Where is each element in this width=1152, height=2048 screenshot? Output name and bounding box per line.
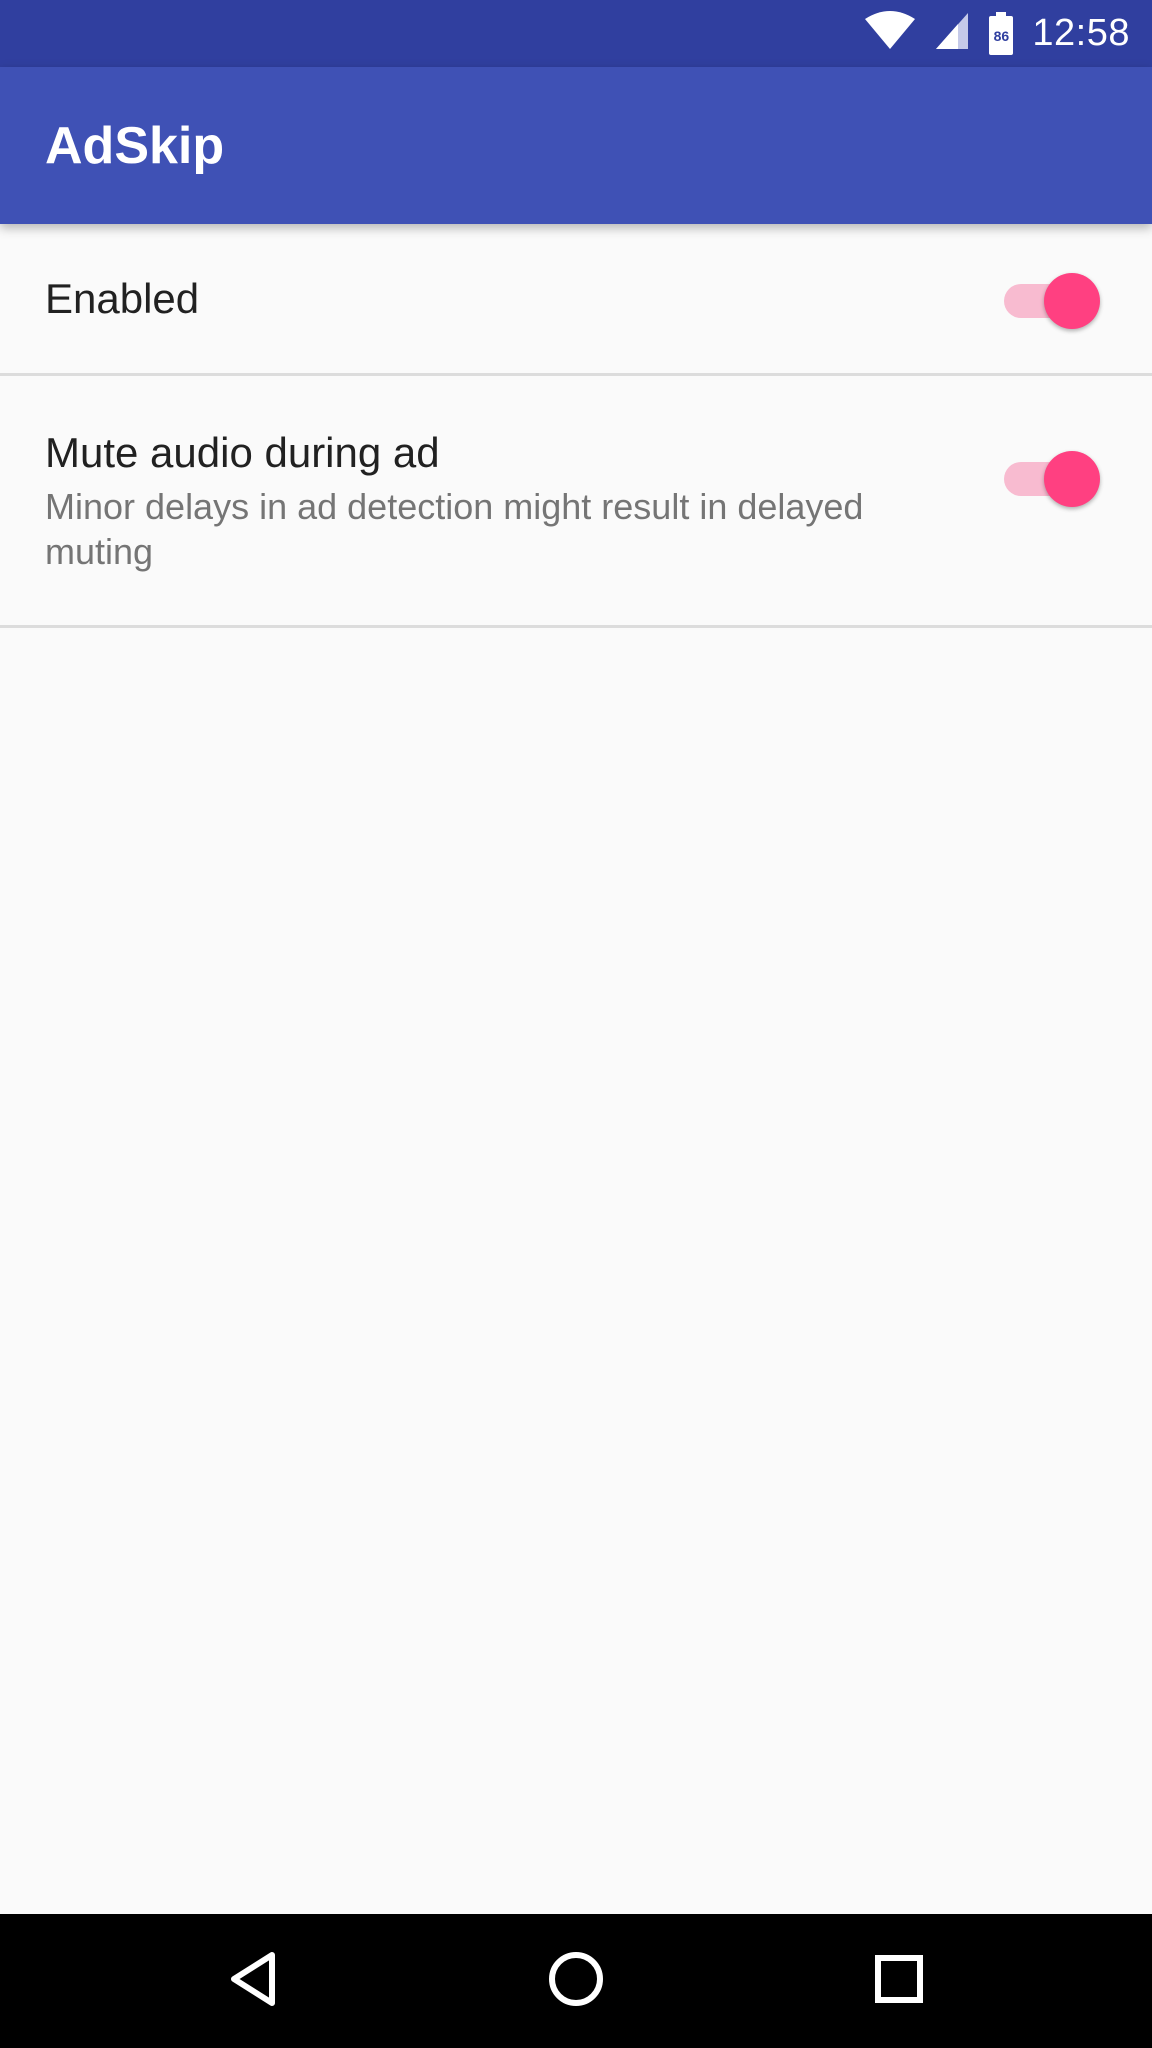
- switch-thumb: [1044, 451, 1100, 507]
- preference-title: Enabled: [45, 274, 200, 322]
- app-title: AdSkip: [45, 116, 225, 175]
- home-button[interactable]: [531, 1936, 621, 2026]
- mute-audio-switch[interactable]: [1004, 449, 1100, 507]
- preference-summary: Minor delays in ad detection might resul…: [45, 486, 864, 573]
- preference-list: Enabled Mute audio during ad Minor delay…: [0, 224, 1152, 628]
- recents-button[interactable]: [854, 1936, 944, 2026]
- back-icon: [228, 1951, 278, 2012]
- navigation-bar: [0, 1914, 1152, 2048]
- cell-signal-icon: [934, 11, 970, 56]
- preference-title: Mute audio during ad: [45, 429, 440, 476]
- home-icon: [548, 1951, 604, 2012]
- status-time: 12:58: [1032, 12, 1130, 54]
- battery-level: 86: [993, 27, 1010, 44]
- wifi-icon: [864, 11, 916, 56]
- app-bar: AdSkip: [0, 67, 1152, 224]
- settings-screen: 86 12:58 AdSkip Enabled Mute audio durin…: [0, 0, 1152, 2048]
- enabled-switch[interactable]: [1004, 271, 1100, 329]
- status-icons: 86 12:58: [864, 0, 1130, 67]
- preference-text: Mute audio during ad Minor delays in ad …: [45, 428, 865, 574]
- status-bar: 86 12:58: [0, 0, 1152, 67]
- preference-mute-audio[interactable]: Mute audio during ad Minor delays in ad …: [0, 376, 1152, 628]
- preference-text: Enabled: [45, 273, 865, 323]
- battery-icon: 86: [988, 11, 1014, 56]
- recents-icon: [874, 1954, 924, 2009]
- switch-thumb: [1044, 273, 1100, 329]
- back-button[interactable]: [208, 1936, 298, 2026]
- preference-enabled[interactable]: Enabled: [0, 224, 1152, 376]
